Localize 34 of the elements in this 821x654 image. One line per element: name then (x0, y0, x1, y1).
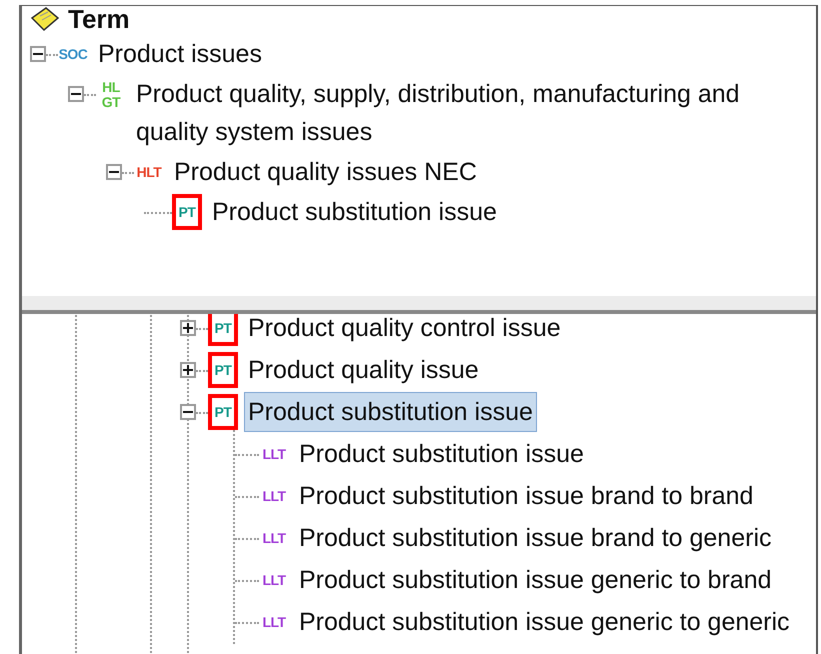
collapse-toggle[interactable] (106, 164, 122, 180)
term-level-tag: LLT (259, 604, 289, 640)
notepad-icon (30, 6, 60, 32)
tree-item[interactable]: Product quality issue (244, 350, 483, 390)
plus-icon (183, 365, 193, 375)
tree-item[interactable]: Product quality issues NEC (170, 152, 481, 192)
term-level-tag: LLT (259, 562, 289, 598)
term-level-tag: SOC (58, 36, 88, 72)
expand-toggle[interactable] (180, 362, 196, 378)
tree-item[interactable]: Product quality control issue (244, 314, 565, 348)
term-level-tag: HLT (134, 154, 164, 190)
collapse-toggle[interactable] (30, 46, 46, 62)
term-level-tag: LLT (259, 478, 289, 514)
term-level-tag: PT (208, 394, 238, 430)
tree-item[interactable]: Product substitution issue (244, 392, 537, 432)
term-level-tag: LLT (259, 436, 289, 472)
term-level-tag: HL GT (96, 76, 126, 114)
expand-toggle[interactable] (180, 320, 196, 336)
term-level-tag: LLT (259, 520, 289, 556)
term-level-tag: PT (208, 352, 238, 388)
tree-item[interactable]: Product substitution issue brand to brand (295, 476, 758, 516)
collapse-toggle[interactable] (180, 404, 196, 420)
tree-item[interactable]: Product quality, supply, distribution, manufacturing and quality system issues (132, 74, 816, 152)
column-header: Term (68, 6, 130, 34)
tree-item[interactable]: Product substitution issue brand to generic (295, 518, 776, 558)
tree-item[interactable]: Product substitution issue (295, 434, 588, 474)
tree-item[interactable]: Product substitution issue (208, 192, 501, 232)
collapse-toggle[interactable] (68, 86, 84, 102)
term-level-tag: PT (208, 314, 238, 346)
tree-item[interactable]: Product substitution issue generic to brand (295, 560, 776, 600)
tree-item[interactable]: Product substitution issue generic to generic (295, 602, 794, 642)
tree-item[interactable]: Product issues (94, 34, 266, 74)
plus-icon (183, 323, 193, 333)
term-level-tag: PT (172, 194, 202, 230)
